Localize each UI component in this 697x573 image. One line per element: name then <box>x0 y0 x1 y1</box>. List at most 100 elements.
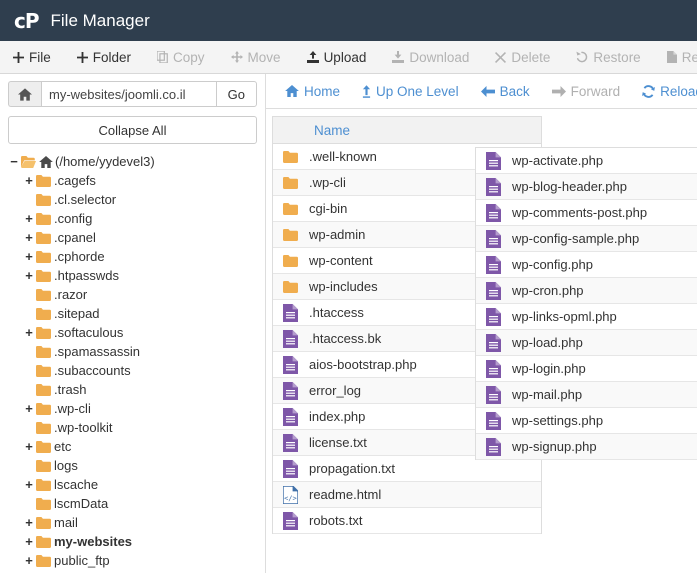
file-icon <box>279 459 301 478</box>
toolbar-button-label: File <box>29 49 51 65</box>
tree-node-spamassassin[interactable]: .spamassassin <box>0 342 265 361</box>
file-name: wp-activate.php <box>512 153 604 168</box>
left-arrow-icon <box>480 85 495 97</box>
file-name: wp-blog-header.php <box>512 179 627 194</box>
nav-reload-button[interactable]: Reload <box>631 84 697 99</box>
toolbar-restore-button: Restore <box>563 41 653 73</box>
nav-forward-button: Forward <box>541 84 632 99</box>
tree-node-home-yydevel3[interactable]: − (/home/yydevel3) <box>0 152 265 171</box>
plus-icon <box>76 51 88 63</box>
toolbar-upload-button[interactable]: Upload <box>294 41 380 73</box>
expand-icon[interactable]: + <box>23 535 35 548</box>
toolbar-copy-button: Copy <box>144 41 218 73</box>
tree-node-cl-selector[interactable]: .cl.selector <box>0 190 265 209</box>
tree-node-cphorde[interactable]: + .cphorde <box>0 247 265 266</box>
expand-icon[interactable]: + <box>23 212 35 225</box>
file-icon <box>279 381 301 400</box>
folder-icon <box>35 440 51 453</box>
folder-icon <box>35 383 51 396</box>
nav-button-label: Back <box>499 83 530 99</box>
toolbar-button-label: Download <box>409 49 470 65</box>
file-row[interactable]: wp-activate.php <box>476 148 697 174</box>
tree-node-cagefs[interactable]: + .cagefs <box>0 171 265 190</box>
tree-node-subaccounts[interactable]: .subaccounts <box>0 361 265 380</box>
toolbar-button-label: Upload <box>323 49 367 65</box>
file-row[interactable]: wp-signup.php <box>476 434 697 460</box>
tree-node-public-ftp[interactable]: + public_ftp <box>0 551 265 570</box>
folder-icon <box>35 402 51 415</box>
tree-node-lscmdata[interactable]: lscmData <box>0 494 265 513</box>
nav-back-button[interactable]: Back <box>470 84 541 99</box>
file-row[interactable]: wp-comments-post.php <box>476 200 697 226</box>
file-icon <box>279 355 301 374</box>
tree-node-mail[interactable]: + mail <box>0 513 265 532</box>
file-name: .well-known <box>309 149 377 164</box>
expand-icon[interactable]: + <box>23 326 35 339</box>
collapse-icon[interactable]: − <box>8 155 20 168</box>
file-row[interactable]: wp-blog-header.php <box>476 174 697 200</box>
move-icon <box>230 51 243 63</box>
expand-icon[interactable]: + <box>23 231 35 244</box>
tree-node-my-websites[interactable]: + my-websites <box>0 532 265 551</box>
tree-node-cpanel[interactable]: + .cpanel <box>0 228 265 247</box>
path-home-button[interactable] <box>8 81 41 107</box>
file-row[interactable]: robots.txt <box>273 508 541 534</box>
file-name: robots.txt <box>309 513 363 528</box>
file-row[interactable]: wp-load.php <box>476 330 697 356</box>
file-row[interactable]: wp-cron.php <box>476 278 697 304</box>
tree-node-trash[interactable]: .trash <box>0 380 265 399</box>
tree-node-wp-toolkit[interactable]: .wp-toolkit <box>0 418 265 437</box>
expand-icon[interactable]: + <box>23 250 35 263</box>
expand-icon[interactable]: + <box>23 174 35 187</box>
file-name: cgi-bin <box>309 201 348 216</box>
expand-icon[interactable]: + <box>23 478 35 491</box>
path-input[interactable] <box>41 81 216 107</box>
folder-icon <box>35 174 51 187</box>
tree-node-lscache[interactable]: + lscache <box>0 475 265 494</box>
tree-node-label: .sitepad <box>54 306 100 321</box>
tree-node-razor[interactable]: .razor <box>0 285 265 304</box>
toolbar-file-button[interactable]: File <box>0 41 64 73</box>
expand-icon[interactable]: + <box>23 440 35 453</box>
file-row[interactable]: wp-config-sample.php <box>476 226 697 252</box>
file-row[interactable]: wp-mail.php <box>476 382 697 408</box>
file-row[interactable]: wp-settings.php <box>476 408 697 434</box>
tree-node-label: lscache <box>54 477 99 492</box>
file-icon <box>279 433 301 452</box>
tree-node-etc[interactable]: + etc <box>0 437 265 456</box>
file-rows-right: wp-activate.php wp-blog-header.php wp-comm… <box>476 148 697 460</box>
expand-icon[interactable]: + <box>23 269 35 282</box>
home-icon <box>39 155 53 168</box>
tree-node-softaculous[interactable]: + .softaculous <box>0 323 265 342</box>
file-row[interactable]: wp-links-opml.php <box>476 304 697 330</box>
nav-up-one-level-button[interactable]: Up One Level <box>351 84 470 99</box>
file-icon <box>279 329 301 348</box>
file-row[interactable]: </> readme.html <box>273 482 541 508</box>
file-name: wp-config.php <box>512 257 593 272</box>
nav-home-button[interactable]: Home <box>274 84 351 99</box>
toolbar-folder-button[interactable]: Folder <box>64 41 144 73</box>
delete-icon <box>495 51 507 63</box>
tree-node-logs[interactable]: logs <box>0 456 265 475</box>
toolbar-rename-button: Rename <box>654 41 697 73</box>
file-name: readme.html <box>309 487 382 502</box>
toolbar-download-button: Download <box>379 41 482 73</box>
expand-icon[interactable]: + <box>23 554 35 567</box>
reload-icon <box>642 84 656 98</box>
nav-button-label: Reload <box>660 83 697 99</box>
go-button[interactable]: Go <box>215 81 257 107</box>
column-header-name[interactable]: Name <box>273 117 541 144</box>
tree-node-wp-cli[interactable]: + .wp-cli <box>0 399 265 418</box>
tree-node-config[interactable]: + .config <box>0 209 265 228</box>
file-icon <box>482 411 504 430</box>
expand-icon[interactable]: + <box>23 402 35 415</box>
tree-node-htpasswds[interactable]: + .htpasswds <box>0 266 265 285</box>
file-name: license.txt <box>309 435 367 450</box>
expand-icon[interactable]: + <box>23 516 35 529</box>
collapse-all-button[interactable]: Collapse All <box>8 116 257 144</box>
file-row[interactable]: wp-login.php <box>476 356 697 382</box>
file-row[interactable]: wp-config.php <box>476 252 697 278</box>
file-icon <box>279 303 301 322</box>
file-name: wp-links-opml.php <box>512 309 617 324</box>
tree-node-sitepad[interactable]: .sitepad <box>0 304 265 323</box>
